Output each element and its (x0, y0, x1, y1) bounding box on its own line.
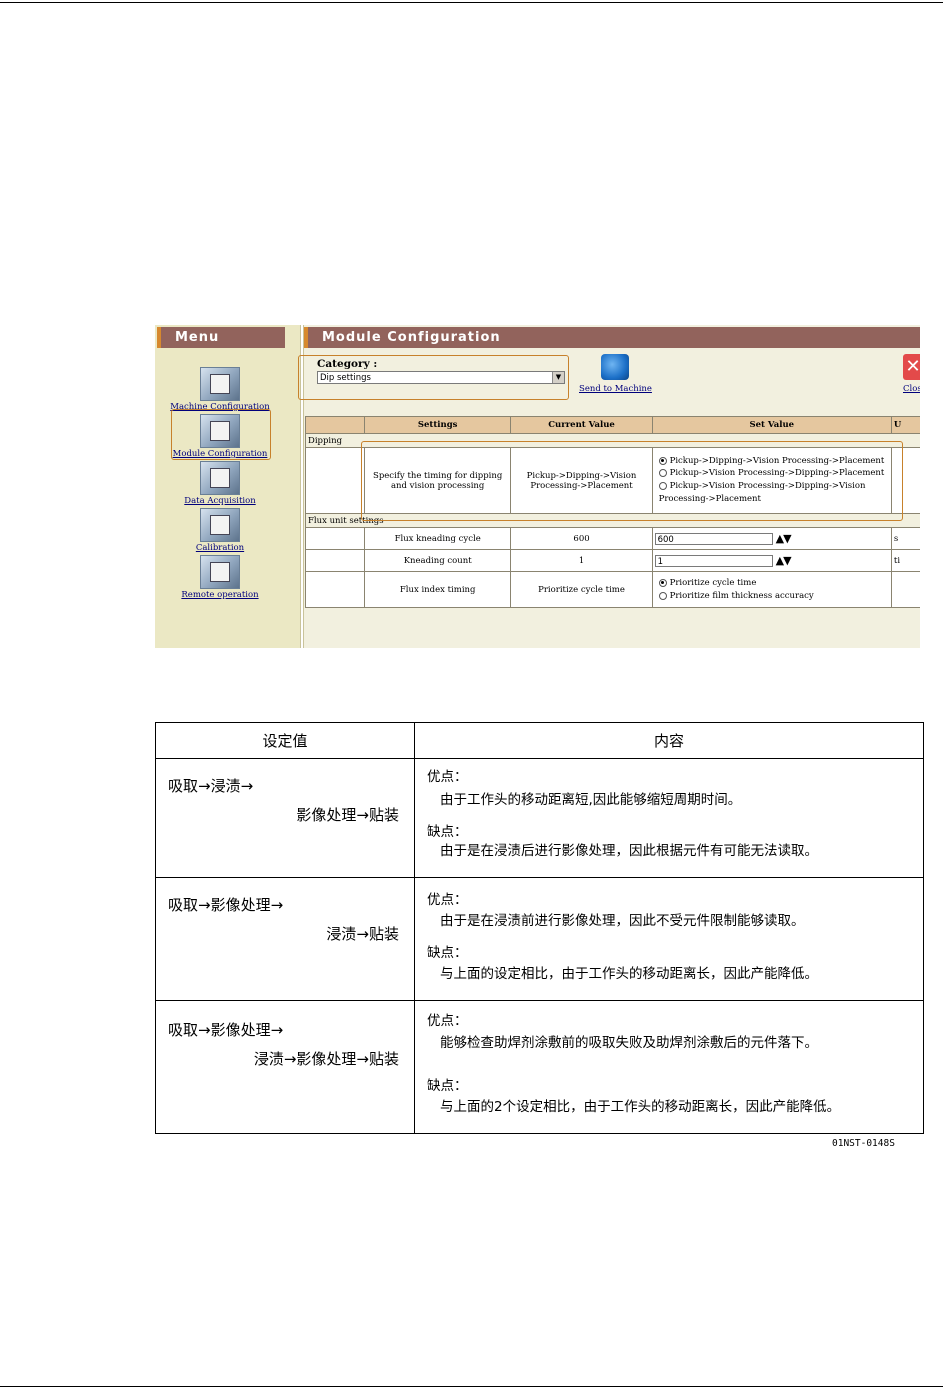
kneading-count-input[interactable]: 1 (654, 554, 773, 567)
content-cell: 优点： 由于是在浸渍前进行影像处理，因此不受元件限制能够读取。 缺点： 与上面的… (414, 877, 924, 1001)
current-value: Prioritize cycle time (510, 571, 653, 608)
dipping-timing-highlight (361, 441, 903, 521)
header-content: 内容 (414, 722, 924, 759)
sequence-cell: 吸取→影像处理→ 浸渍→影像处理→贴装 (155, 1000, 415, 1134)
menu-pane: Menu Machine Configuration Module Config… (155, 325, 301, 648)
table-header-spacer (305, 416, 365, 434)
pro-label: 优点： (427, 769, 468, 785)
current-value: 600 (510, 527, 653, 550)
pro-text: 由于是在浸渍前进行影像处理，因此不受元件限制能够读取。 (440, 913, 805, 929)
close-icon[interactable]: ✕ (903, 354, 920, 380)
content-cell: 优点： 能够检查助焊剂涂敷前的吸取失败及助焊剂涂敷后的元件落下。 缺点： 与上面… (414, 1000, 924, 1134)
table-row: Flux index timing Prioritize cycle time … (305, 571, 920, 608)
con-text: 与上面的2个设定相比，由于工作头的移动距离长，因此产能降低。 (440, 1099, 841, 1115)
send-to-machine-icon[interactable] (601, 354, 629, 380)
set-value-cell: 600 ▲▼ (651, 527, 892, 550)
setting-name: Flux kneading cycle (363, 527, 512, 550)
table-header-current-value: Current Value (510, 416, 653, 434)
con-text: 由于是在浸渍后进行影像处理，因此根据元件有可能无法读取。 (440, 843, 818, 859)
set-value-cell: 1 ▲▼ (651, 549, 892, 572)
send-to-machine-button[interactable]: Send to Machine (579, 384, 652, 394)
sequence-cell: 吸取→影像处理→ 浸渍→贴装 (155, 877, 415, 1001)
menu-title: Menu (157, 327, 285, 348)
sequence-line-1: 吸取→浸渍→ (168, 777, 254, 795)
header-set-value: 设定值 (155, 722, 415, 759)
main-pane: Module Configuration Category : Dip sett… (298, 325, 920, 648)
sequence-cell: 吸取→浸渍→ 影像处理→贴装 (155, 758, 415, 878)
table-cell-blank (305, 447, 365, 514)
table-row: Kneading count 1 1 ▲▼ ti (305, 549, 920, 572)
table-cell-blank (890, 571, 920, 608)
page-title: Module Configuration (304, 327, 920, 348)
table-cell-blank (305, 549, 365, 572)
sequence-line-1: 吸取→影像处理→ (168, 1021, 284, 1039)
explanation-row: 吸取→影像处理→ 浸渍→贴装 优点： 由于是在浸渍前进行影像处理，因此不受元件限… (155, 877, 924, 1001)
bottom-rule (0, 1386, 943, 1387)
radio-option[interactable]: Prioritize film thickness accuracy (658, 591, 889, 601)
table-header-settings: Settings (363, 416, 512, 434)
data-acquisition-icon (200, 461, 240, 495)
explanation-row: 吸取→浸渍→ 影像处理→贴装 优点： 由于工作头的移动距离短,因此能够缩短周期时… (155, 758, 924, 878)
table-header-row: Settings Current Value Set Value U (305, 416, 920, 434)
menu-item-label[interactable]: Data Acquisition (155, 496, 285, 506)
set-value-radio-group: Prioritize cycle time Prioritize film th… (651, 571, 892, 608)
table-cell-blank (305, 527, 365, 550)
unit-cell: s (890, 527, 920, 550)
machine-configuration-icon (200, 367, 240, 401)
menu-item-label[interactable]: Remote operation (155, 590, 285, 600)
explanation-row: 吸取→影像处理→ 浸渍→影像处理→贴装 优点： 能够检查助焊剂涂敷前的吸取失败及… (155, 1000, 924, 1134)
pro-label: 优点： (427, 1013, 468, 1029)
close-button[interactable]: Close (903, 384, 920, 394)
module-configuration-highlight (171, 409, 271, 460)
menu-item-data-acquisition[interactable]: Data Acquisition (155, 461, 285, 506)
remote-operation-icon (200, 555, 240, 589)
table-cell-blank (305, 571, 365, 608)
top-rule (0, 2, 943, 3)
spin-up-down-icon[interactable]: ▲▼ (776, 532, 792, 545)
radio-option[interactable]: Prioritize cycle time (658, 578, 889, 588)
con-label: 缺点： (427, 945, 468, 961)
radio-selected-icon[interactable] (658, 578, 667, 587)
current-value: 1 (510, 549, 653, 572)
figure-reference: 01NST-0148S (832, 1138, 895, 1149)
radio-icon[interactable] (658, 591, 667, 600)
menu-item-label[interactable]: Calibration (155, 543, 285, 553)
explanation-header-row: 设定值 内容 (155, 722, 924, 759)
sequence-line-2: 浸渍→贴装 (326, 925, 399, 943)
pro-text: 能够检查助焊剂涂敷前的吸取失败及助焊剂涂敷后的元件落下。 (440, 1035, 818, 1051)
module-configuration-screenshot: Menu Machine Configuration Module Config… (155, 325, 920, 648)
menu-item-remote-operation[interactable]: Remote operation (155, 555, 285, 600)
table-header-set-value: Set Value (651, 416, 892, 434)
category-highlight (298, 355, 569, 400)
kneading-cycle-input[interactable]: 600 (654, 532, 773, 545)
setting-name: Kneading count (363, 549, 512, 572)
menu-item-calibration[interactable]: Calibration (155, 508, 285, 553)
explanation-table: 设定值 内容 吸取→浸渍→ 影像处理→贴装 优点： 由于工作头的移动距离短,因此… (155, 722, 924, 1134)
sequence-line-2: 影像处理→贴装 (296, 806, 399, 824)
con-label: 缺点： (427, 824, 468, 840)
menu-item-machine-configuration[interactable]: Machine Configuration (155, 367, 285, 412)
sequence-line-1: 吸取→影像处理→ (168, 896, 284, 914)
con-text: 与上面的设定相比，由于工作头的移动距离长，因此产能降低。 (440, 966, 818, 982)
calibration-icon (200, 508, 240, 542)
con-label: 缺点： (427, 1078, 468, 1094)
spin-up-down-icon[interactable]: ▲▼ (776, 554, 792, 567)
pro-text: 由于工作头的移动距离短,因此能够缩短周期时间。 (440, 792, 742, 808)
radio-option-label: Prioritize film thickness accuracy (669, 591, 814, 601)
table-row: Flux kneading cycle 600 600 ▲▼ s (305, 527, 920, 550)
pro-label: 优点： (427, 892, 468, 908)
setting-name: Flux index timing (363, 571, 512, 608)
radio-option-label: Prioritize cycle time (669, 578, 757, 588)
unit-cell: ti (890, 549, 920, 572)
content-cell: 优点： 由于工作头的移动距离短,因此能够缩短周期时间。 缺点： 由于是在浸渍后进… (414, 758, 924, 878)
sequence-line-2: 浸渍→影像处理→贴装 (253, 1050, 399, 1068)
table-header-unit: U (890, 416, 920, 434)
